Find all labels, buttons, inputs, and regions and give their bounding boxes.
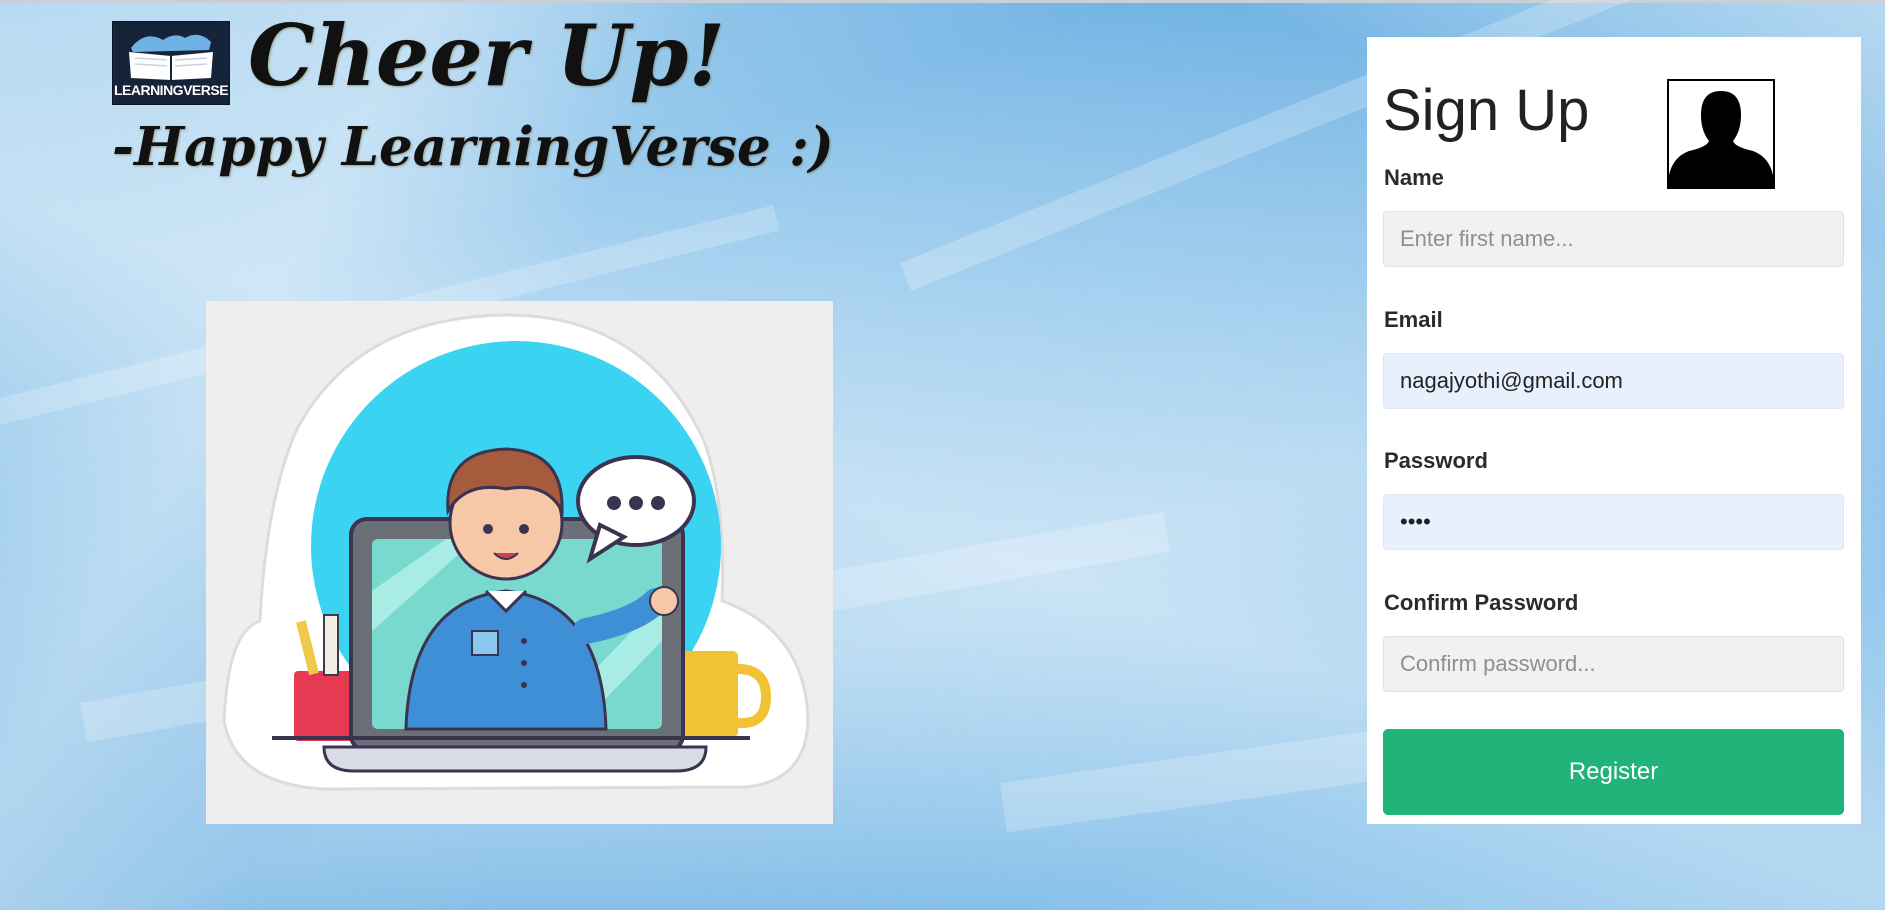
page-subtitle: -Happy LearningVerse :) (112, 116, 834, 178)
email-label: Email (1384, 307, 1443, 332)
email-input[interactable] (1383, 353, 1844, 409)
name-label: Name (1384, 165, 1444, 190)
register-button[interactable]: Register (1383, 729, 1844, 815)
password-label: Password (1384, 448, 1488, 473)
avatar-silhouette-svg (1669, 81, 1773, 187)
password-input[interactable] (1383, 494, 1844, 550)
learningverse-logo: LEARNINGVERSE (112, 21, 230, 105)
signup-form: Sign Up Name Email Password Confirm Pass… (1367, 37, 1861, 824)
confirm-password-label: Confirm Password (1384, 590, 1579, 615)
teacher-laptop-illustration-svg (222, 313, 810, 791)
signup-heading: Sign Up (1383, 78, 1590, 143)
page: LEARNINGVERSE Cheer Up! -Happy LearningV… (0, 0, 1885, 913)
logo-text: LEARNINGVERSE (113, 82, 229, 98)
page-title: Cheer Up! (248, 6, 726, 105)
logo-book-icon (129, 34, 213, 80)
name-input[interactable] (1383, 211, 1844, 267)
confirm-password-input[interactable] (1383, 636, 1844, 692)
avatar-silhouette-icon (1667, 79, 1775, 189)
teacher-laptop-illustration (206, 301, 833, 824)
